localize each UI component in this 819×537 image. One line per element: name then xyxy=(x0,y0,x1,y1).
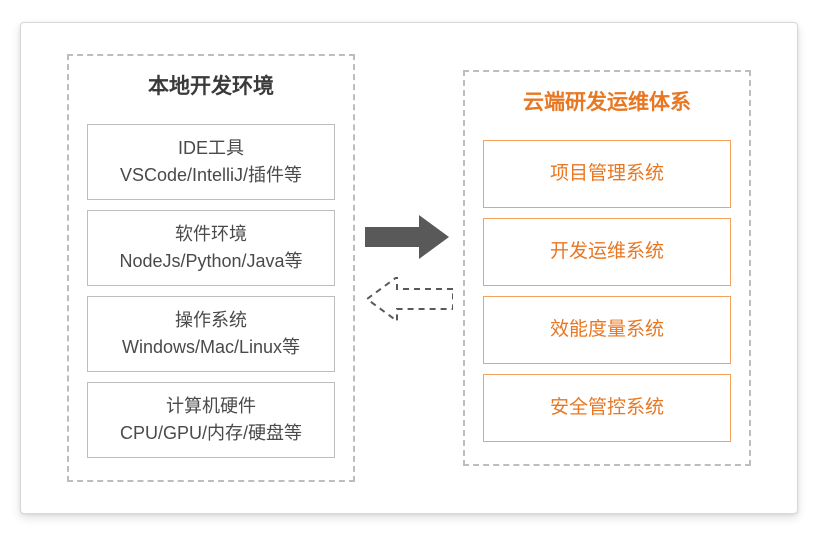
cloud-devops-column: 云端研发运维体系 项目管理系统 开发运维系统 效能度量系统 安全管控系统 xyxy=(463,70,751,466)
devops-box: 开发运维系统 xyxy=(483,218,731,286)
metrics-box: 效能度量系统 xyxy=(483,296,731,364)
diagram-frame: 本地开发环境 IDE工具 VSCode/IntelliJ/插件等 软件环境 No… xyxy=(20,22,798,514)
hardware-label: 计算机硬件 xyxy=(94,393,328,420)
project-mgmt-box: 项目管理系统 xyxy=(483,140,731,208)
os-box: 操作系统 Windows/Mac/Linux等 xyxy=(87,296,335,372)
cloud-devops-title: 云端研发运维体系 xyxy=(523,86,691,116)
software-env-examples: NodeJs/Python/Java等 xyxy=(94,248,328,275)
arrow-right-solid-icon xyxy=(365,215,453,259)
security-box: 安全管控系统 xyxy=(483,374,731,442)
security-label: 安全管控系统 xyxy=(490,394,724,423)
local-dev-column: 本地开发环境 IDE工具 VSCode/IntelliJ/插件等 软件环境 No… xyxy=(67,54,355,482)
arrow-group xyxy=(359,215,459,321)
ide-tools-label: IDE工具 xyxy=(94,135,328,162)
arrow-left-dashed-icon xyxy=(365,277,453,321)
hardware-box: 计算机硬件 CPU/GPU/内存/硬盘等 xyxy=(87,382,335,458)
software-env-label: 软件环境 xyxy=(94,221,328,248)
os-examples: Windows/Mac/Linux等 xyxy=(94,334,328,361)
hardware-examples: CPU/GPU/内存/硬盘等 xyxy=(94,420,328,447)
os-label: 操作系统 xyxy=(94,307,328,334)
local-dev-title: 本地开发环境 xyxy=(148,70,274,100)
software-env-box: 软件环境 NodeJs/Python/Java等 xyxy=(87,210,335,286)
ide-tools-box: IDE工具 VSCode/IntelliJ/插件等 xyxy=(87,124,335,200)
metrics-label: 效能度量系统 xyxy=(490,316,724,345)
project-mgmt-label: 项目管理系统 xyxy=(490,160,724,189)
ide-tools-examples: VSCode/IntelliJ/插件等 xyxy=(94,162,328,189)
devops-label: 开发运维系统 xyxy=(490,238,724,267)
